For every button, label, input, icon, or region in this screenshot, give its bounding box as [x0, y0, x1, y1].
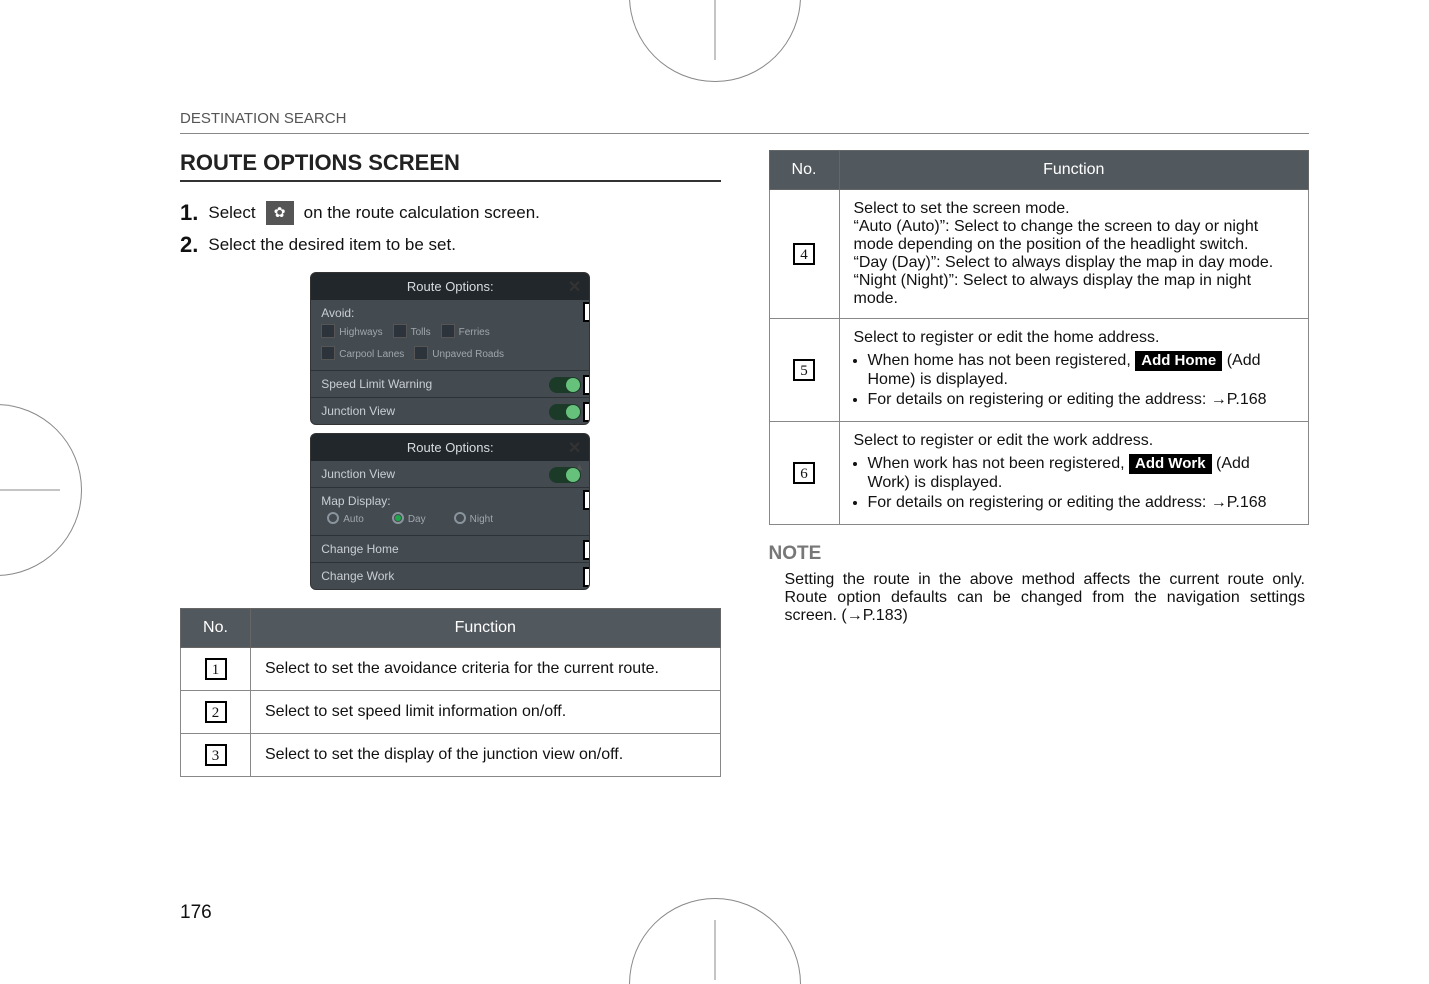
shot1-speed-label: Speed Limit Warning [321, 377, 432, 391]
page-content: DESTINATION SEARCH ROUTE OPTIONS SCREEN … [180, 110, 1309, 920]
shot2-title: Route Options: [407, 440, 494, 455]
row1-text: Select to set the avoidance criteria for… [251, 648, 721, 691]
th-no-r: No. [769, 151, 839, 190]
shot2-day: Day [392, 512, 426, 525]
row5-index: 5 [793, 359, 815, 381]
shot1-avoid-label: Avoid: [321, 306, 354, 320]
shot2-mapdisplay-label: Map Display: [321, 494, 390, 508]
row1-index: 1 [205, 658, 227, 680]
row3-index: 3 [205, 744, 227, 766]
function-table-left: No. Function 1 Select to set the avoidan… [180, 608, 721, 777]
shot2-night: Night [454, 512, 493, 525]
crop-mark-top [620, 0, 810, 100]
callout-4: 4 [583, 490, 590, 510]
row5-text: Select to register or edit the home addr… [839, 319, 1309, 422]
table-row: 1 Select to set the avoidance criteria f… [181, 648, 721, 691]
row4-text: Select to set the screen mode. “Auto (Au… [839, 190, 1309, 319]
row6-text: Select to register or edit the work addr… [839, 422, 1309, 525]
row2-text: Select to set speed limit information on… [251, 691, 721, 734]
shot1-speed-row: Speed Limit Warning 2 [311, 370, 589, 397]
shot2-titlebar: Route Options: ✕ [311, 434, 589, 461]
shot2-change-home-row: Change Home 5 [311, 535, 589, 562]
th-function: Function [251, 609, 721, 648]
right-column: No. Function 4 Select to set the screen … [769, 150, 1310, 777]
row6-index: 6 [793, 462, 815, 484]
shot1-close-icon: ✕ [568, 277, 581, 297]
callout-2: 2 [583, 375, 590, 395]
note-heading: NOTE [769, 543, 1310, 565]
screenshots: Route Options: ✕ Avoid: 1 Highways Tolls… [180, 272, 721, 590]
gear-icon [266, 201, 294, 225]
row3-text: Select to set the display of the junctio… [251, 734, 721, 777]
left-column: ROUTE OPTIONS SCREEN 1. Select on the ro… [180, 150, 721, 777]
shot1-avoid-section: Avoid: 1 Highways Tolls Ferries Carpool … [311, 300, 589, 370]
table-row: 4 Select to set the screen mode. “Auto (… [769, 190, 1309, 319]
function-table-right: No. Function 4 Select to set the screen … [769, 150, 1310, 525]
shot2-mapdisplay-section: Map Display: 4 Auto Day Night [311, 487, 589, 535]
shot1-junction-toggle [549, 404, 581, 420]
shot1-unpaved: Unpaved Roads [414, 346, 504, 360]
step-2: 2. Select the desired item to be set. [180, 232, 721, 258]
table-row: 3 Select to set the display of the junct… [181, 734, 721, 777]
add-work-chip: Add Work [1129, 454, 1212, 474]
shot1-speed-toggle [549, 377, 581, 393]
note-text: Setting the route in the above method af… [769, 571, 1310, 625]
shot1-junction-label: Junction View [321, 404, 395, 418]
step-1-text-b: on the route calculation screen. [304, 203, 540, 223]
shot2-change-home-label: Change Home [321, 542, 398, 556]
shot2-junction-toggle [549, 467, 581, 483]
callout-5: 5 [583, 540, 590, 560]
shot1-ferries: Ferries [441, 324, 490, 338]
screenshot-route-options-bottom: Route Options: ✕ ▲ Junction View Map Dis… [310, 433, 590, 590]
shot2-auto: Auto [327, 512, 364, 525]
shot1-titlebar: Route Options: ✕ [311, 273, 589, 300]
callout-1: 1 [583, 302, 590, 322]
callout-3: 3 [583, 402, 590, 422]
shot1-junction-row: Junction View 3 [311, 397, 589, 424]
shot2-change-work-row: Change Work 6 [311, 562, 589, 589]
add-home-chip: Add Home [1135, 351, 1222, 371]
page-number: 176 [180, 902, 212, 924]
step-1-number: 1. [180, 200, 198, 226]
step-1-text-a: Select [208, 203, 255, 223]
table-row: 6 Select to register or edit the work ad… [769, 422, 1309, 525]
shot2-change-work-label: Change Work [321, 569, 394, 583]
callout-6: 6 [583, 567, 590, 587]
chapter-heading: DESTINATION SEARCH [180, 110, 1309, 127]
th-function-r: Function [839, 151, 1309, 190]
shot2-junction-label: Junction View [321, 467, 395, 481]
chapter-rule [180, 133, 1309, 134]
step-2-number: 2. [180, 232, 198, 258]
table-row: 5 Select to register or edit the home ad… [769, 319, 1309, 422]
screenshot-route-options-top: Route Options: ✕ Avoid: 1 Highways Tolls… [310, 272, 590, 425]
section-title: ROUTE OPTIONS SCREEN [180, 150, 721, 176]
section-rule [180, 180, 721, 182]
th-no: No. [181, 609, 251, 648]
shot1-carpool: Carpool Lanes [321, 346, 404, 360]
crop-mark-left [0, 395, 100, 585]
shot2-junction-row: Junction View [311, 461, 589, 487]
row4-index: 4 [793, 243, 815, 265]
shot1-title: Route Options: [407, 279, 494, 294]
steps: 1. Select on the route calculation scree… [180, 200, 721, 258]
shot1-highways: Highways [321, 324, 382, 338]
shot2-close-icon: ✕ [568, 438, 581, 458]
step-1: 1. Select on the route calculation scree… [180, 200, 721, 226]
table-row: 2 Select to set speed limit information … [181, 691, 721, 734]
shot1-tolls: Tolls [393, 324, 431, 338]
step-2-text: Select the desired item to be set. [208, 235, 456, 255]
row2-index: 2 [205, 701, 227, 723]
